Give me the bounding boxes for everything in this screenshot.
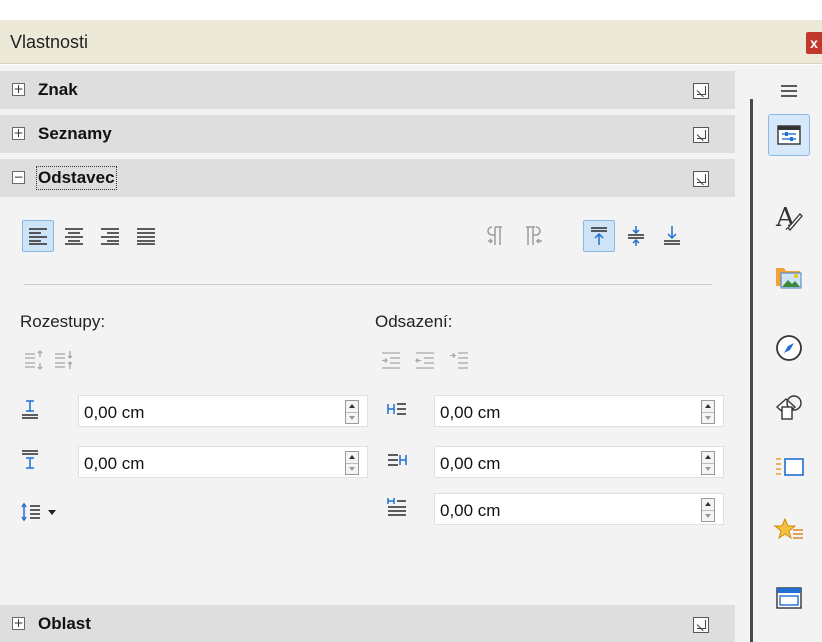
- align-right-icon: [101, 228, 119, 245]
- spin-arrows[interactable]: [701, 400, 715, 424]
- align-top-button[interactable]: [583, 220, 615, 252]
- sidebar-menu-button[interactable]: [768, 70, 810, 112]
- rtl-paragraph-button[interactable]: [517, 220, 549, 252]
- sidebar-tab-styles[interactable]: A: [768, 196, 810, 238]
- section-znak-label: Znak: [38, 80, 78, 99]
- first-line-indent-value: 0,00 cm: [440, 501, 501, 520]
- expand-icon[interactable]: +: [12, 127, 25, 140]
- sidebar-tab-master-slides[interactable]: [768, 577, 810, 619]
- decrease-indent-button[interactable]: [411, 346, 439, 374]
- spin-arrows[interactable]: [345, 400, 359, 424]
- align-top-icon: [591, 227, 607, 245]
- hanging-indent-icon: [450, 352, 468, 369]
- expand-icon[interactable]: +: [12, 83, 25, 96]
- gallery-icon: [776, 268, 802, 289]
- animation-icon: [773, 517, 803, 540]
- align-right-button[interactable]: [94, 220, 126, 252]
- rtl-paragraph-icon: [526, 226, 542, 245]
- increase-spacing-icon: [25, 350, 43, 370]
- shapes-icon: [775, 395, 802, 420]
- section-oblast-header[interactable]: + Oblast: [0, 605, 735, 642]
- sidebar-tab-properties[interactable]: [768, 114, 810, 156]
- align-bottom-button[interactable]: [656, 220, 688, 252]
- indent-after-value: 0,00 cm: [440, 454, 501, 473]
- section-seznamy-header[interactable]: + Seznamy: [0, 115, 735, 153]
- indent-before-icon: [383, 395, 411, 423]
- spin-arrows[interactable]: [345, 451, 359, 475]
- properties-icon: [777, 125, 801, 145]
- decrease-indent-icon: [415, 352, 434, 369]
- section-oblast-label: Oblast: [38, 614, 91, 633]
- increase-indent-icon: [382, 352, 400, 369]
- section-znak-header[interactable]: + Znak: [0, 71, 735, 109]
- window: Vlastnosti x + Znak + Seznamy − Odstavec: [0, 0, 822, 642]
- line-spacing-icon: [21, 502, 56, 522]
- align-middle-button[interactable]: [620, 220, 652, 252]
- more-options-icon[interactable]: [693, 83, 709, 99]
- align-justify-icon: [137, 228, 155, 245]
- spacing-above-icon: [16, 395, 44, 423]
- first-line-indent-field[interactable]: 0,00 cm: [434, 493, 724, 525]
- expand-icon[interactable]: +: [12, 617, 25, 630]
- hanging-indent-button[interactable]: [445, 346, 473, 374]
- slide-layouts-icon: [776, 458, 804, 476]
- first-line-indent-icon: [383, 493, 411, 521]
- spin-arrows[interactable]: [701, 498, 715, 522]
- ltr-paragraph-icon: [487, 226, 502, 245]
- window-title: Vlastnosti: [10, 32, 89, 52]
- increase-indent-button[interactable]: [377, 346, 405, 374]
- align-left-button[interactable]: [22, 220, 54, 252]
- sidebar-tab-shapes[interactable]: [768, 387, 810, 429]
- sidebar-tab-slide-layouts[interactable]: [768, 447, 810, 489]
- line-spacing-dropdown[interactable]: [20, 497, 84, 527]
- spacing-below-icon: [16, 446, 44, 474]
- align-middle-icon: [628, 226, 644, 246]
- spacing-above-value: 0,00 cm: [84, 403, 145, 422]
- close-button[interactable]: x: [806, 32, 822, 54]
- indent-after-icon: [383, 446, 411, 474]
- spacing-label: Rozestupy:: [20, 312, 106, 331]
- sidebar-tab-navigator[interactable]: [768, 327, 810, 369]
- section-odstavec-header[interactable]: − Odstavec: [0, 159, 735, 197]
- spacing-below-field[interactable]: 0,00 cm: [78, 446, 368, 478]
- spin-arrows[interactable]: [701, 451, 715, 475]
- master-slides-icon: [776, 587, 802, 609]
- styles-icon: A: [775, 203, 803, 232]
- collapse-icon[interactable]: −: [12, 171, 25, 184]
- indent-before-value: 0,00 cm: [440, 403, 501, 422]
- align-justify-button[interactable]: [130, 220, 162, 252]
- sidebar-divider: [750, 99, 753, 642]
- more-options-icon[interactable]: [693, 617, 709, 633]
- sidebar-tab-gallery[interactable]: [768, 255, 810, 297]
- more-options-icon[interactable]: [693, 127, 709, 143]
- properties-panel: + Znak + Seznamy − Odstavec Rozestupy: 0…: [0, 65, 735, 642]
- increase-spacing-button[interactable]: [20, 346, 48, 374]
- navigator-icon: [776, 335, 802, 361]
- align-center-icon: [65, 228, 83, 245]
- spacing-below-value: 0,00 cm: [84, 454, 145, 473]
- more-options-icon[interactable]: [693, 171, 709, 187]
- align-center-button[interactable]: [58, 220, 90, 252]
- section-odstavec-label: Odstavec: [36, 166, 117, 190]
- indent-before-field[interactable]: 0,00 cm: [434, 395, 724, 427]
- align-bottom-icon: [664, 226, 680, 245]
- title-bar: Vlastnosti x: [0, 20, 822, 64]
- decrease-spacing-icon: [55, 351, 73, 369]
- spacing-above-field[interactable]: 0,00 cm: [78, 395, 368, 427]
- ltr-paragraph-button[interactable]: [481, 220, 513, 252]
- separator: [24, 284, 712, 285]
- decrease-spacing-button[interactable]: [50, 346, 78, 374]
- hamburger-menu-icon: [781, 85, 797, 97]
- sidebar-tab-animation[interactable]: [768, 509, 810, 551]
- align-left-icon: [29, 228, 47, 245]
- section-seznamy-label: Seznamy: [38, 124, 112, 143]
- indent-after-field[interactable]: 0,00 cm: [434, 446, 724, 478]
- indent-label: Odsazení:: [375, 312, 453, 331]
